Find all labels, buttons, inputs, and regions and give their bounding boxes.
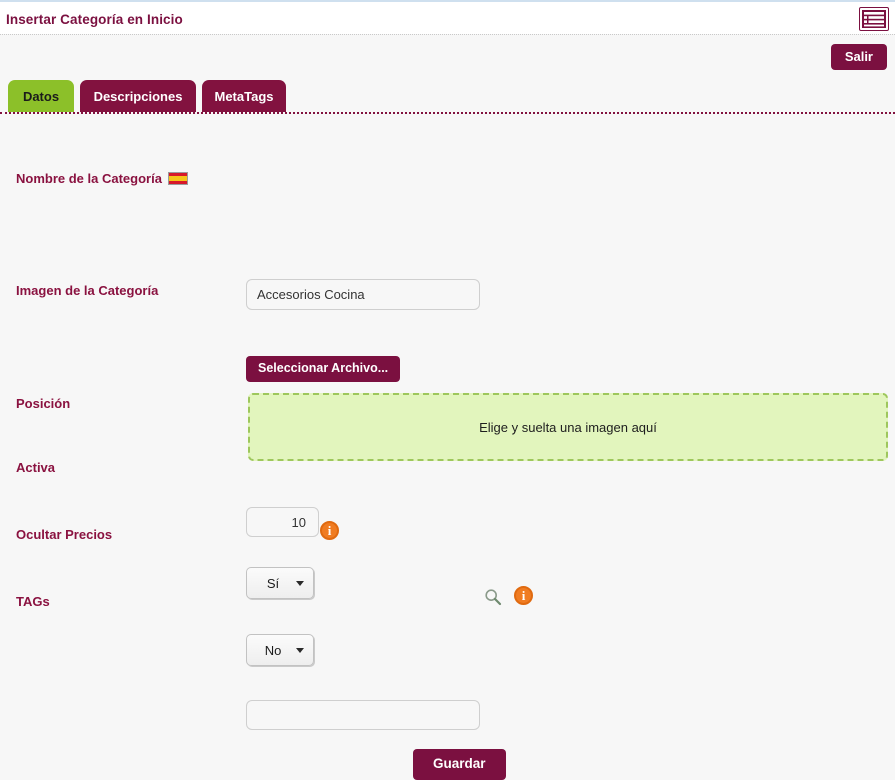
save-button[interactable]: Guardar — [413, 749, 506, 780]
tab-bar: Datos Descripciones MetaTags — [0, 78, 895, 114]
spain-flag-icon — [167, 172, 188, 185]
nombre-label: Nombre de la Categoría — [16, 172, 188, 185]
nombre-input[interactable] — [246, 279, 480, 310]
list-view-icon[interactable] — [859, 7, 889, 31]
select-file-button[interactable]: Seleccionar Archivo... — [246, 356, 401, 382]
page-title: Insertar Categoría en Inicio — [6, 12, 183, 27]
posicion-input[interactable] — [246, 507, 319, 537]
category-form: Nombre de la Categoría Imagen de la Cate… — [0, 116, 895, 780]
ocultar-precios-info-icon[interactable]: i — [320, 521, 339, 540]
activa-select[interactable]: Sí — [246, 567, 314, 599]
ocultar-precios-select[interactable]: No — [246, 634, 314, 666]
dropzone-label: Elige y suelta una imagen aquí — [479, 419, 657, 435]
nombre-label-text: Nombre de la Categoría — [16, 171, 162, 186]
chevron-down-icon — [296, 581, 304, 586]
posicion-label: Posición — [16, 396, 71, 411]
image-dropzone[interactable]: Elige y suelta una imagen aquí — [248, 393, 888, 461]
tags-label: TAGs — [16, 594, 50, 609]
tags-info-icon[interactable]: i — [514, 586, 533, 605]
tab-datos[interactable]: Datos — [8, 80, 74, 112]
chevron-down-icon — [296, 648, 304, 653]
imagen-label: Imagen de la Categoría — [16, 283, 159, 298]
tab-metatags[interactable]: MetaTags — [202, 80, 286, 112]
tab-descripciones[interactable]: Descripciones — [80, 80, 196, 112]
search-icon[interactable] — [484, 588, 502, 606]
tags-input[interactable] — [246, 700, 480, 730]
tab-bar-divider — [0, 112, 895, 114]
page-header: Insertar Categoría en Inicio — [0, 2, 895, 34]
exit-button[interactable]: Salir — [830, 44, 887, 70]
toolbar: Salir — [0, 35, 895, 77]
ocultar-precios-label: Ocultar Precios — [16, 527, 113, 542]
activa-label: Activa — [16, 460, 56, 475]
